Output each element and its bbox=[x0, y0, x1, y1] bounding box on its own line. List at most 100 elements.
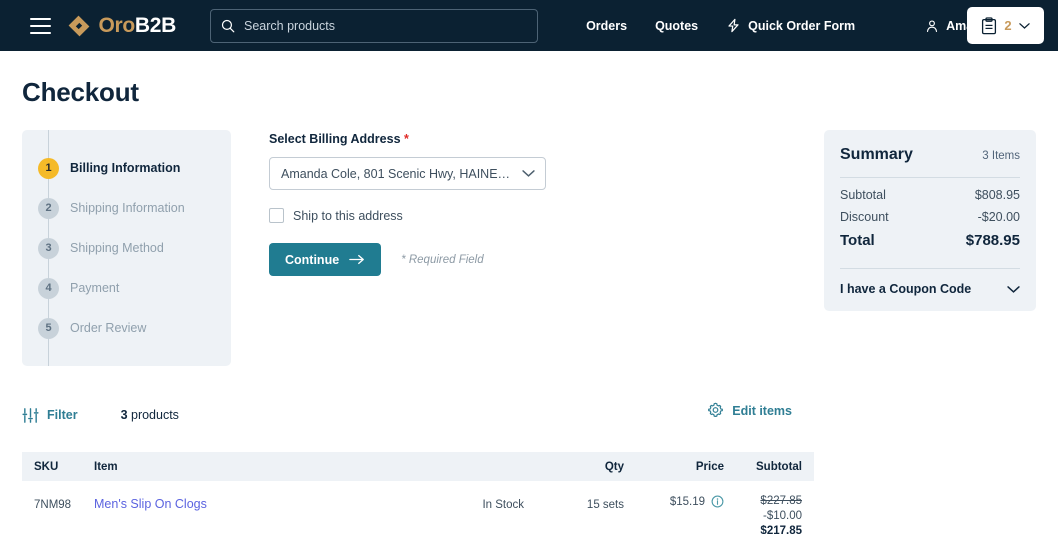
step-label: Order Review bbox=[70, 321, 146, 335]
row-subtotal-final: $217.85 bbox=[734, 525, 802, 534]
billing-address-select[interactable]: Amanda Cole, 801 Scenic Hwy, HAINES CITY… bbox=[269, 157, 546, 190]
step-number: 4 bbox=[38, 278, 59, 299]
step-shipping-information[interactable]: 2 Shipping Information bbox=[22, 188, 231, 228]
step-shipping-method[interactable]: 3 Shipping Method bbox=[22, 228, 231, 268]
chevron-down-icon bbox=[1019, 22, 1030, 30]
summary-row-total: Total $788.95 bbox=[840, 232, 1020, 249]
search-input[interactable]: Search products bbox=[210, 9, 538, 43]
product-count: 3 products bbox=[121, 408, 179, 422]
hamburger-line bbox=[30, 32, 51, 34]
nav-label-quotes: Quotes bbox=[655, 19, 698, 33]
step-label: Shipping Information bbox=[70, 201, 185, 215]
hamburger-line bbox=[30, 18, 51, 20]
cart-item-count: 2 bbox=[1004, 18, 1011, 33]
ship-to-this-address-checkbox[interactable] bbox=[269, 208, 284, 223]
hamburger-line bbox=[30, 25, 51, 27]
checkout-layout: 1 Billing Information 2 Shipping Informa… bbox=[22, 130, 1036, 366]
summary-discount-label: Discount bbox=[840, 210, 889, 224]
summary-subtotal-label: Subtotal bbox=[840, 188, 886, 202]
step-payment[interactable]: 4 Payment bbox=[22, 268, 231, 308]
nav-item-quotes[interactable]: Quotes bbox=[655, 19, 698, 33]
order-summary-panel: Summary 3 Items Subtotal $808.95 Discoun… bbox=[824, 130, 1036, 311]
summary-divider bbox=[840, 177, 1020, 178]
filter-button-label: Filter bbox=[47, 408, 78, 422]
summary-title: Summary bbox=[840, 146, 913, 164]
row-price: $15.19 bbox=[670, 496, 705, 508]
step-number: 1 bbox=[38, 158, 59, 179]
chevron-down-icon bbox=[1007, 285, 1020, 294]
table-header-row: SKU Item Qty Price Subtotal bbox=[22, 452, 814, 481]
product-count-number: 3 bbox=[121, 408, 128, 422]
ship-to-this-address-label: Ship to this address bbox=[293, 209, 403, 223]
sliders-icon bbox=[22, 407, 39, 424]
ship-to-this-address-row[interactable]: Ship to this address bbox=[269, 208, 802, 223]
billing-address-label-text: Select Billing Address bbox=[269, 132, 401, 146]
billing-address-selected-value: Amanda Cole, 801 Scenic Hwy, HAINES CITY… bbox=[281, 167, 513, 181]
summary-row-subtotal: Subtotal $808.95 bbox=[840, 188, 1020, 202]
hamburger-menu-icon[interactable] bbox=[30, 18, 51, 34]
billing-form: Select Billing Address * Amanda Cole, 80… bbox=[231, 130, 802, 276]
step-label: Shipping Method bbox=[70, 241, 164, 255]
edit-items-label: Edit items bbox=[732, 404, 792, 418]
summary-total-value: $788.95 bbox=[966, 232, 1020, 249]
info-icon[interactable] bbox=[711, 495, 724, 508]
row-subtotal-discount: -$10.00 bbox=[734, 510, 802, 522]
lightning-icon bbox=[726, 18, 741, 33]
summary-total-label: Total bbox=[840, 232, 875, 249]
coupon-code-toggle[interactable]: I have a Coupon Code bbox=[840, 268, 1020, 296]
step-billing-information[interactable]: 1 Billing Information bbox=[22, 148, 231, 188]
row-subtotal-original: $227.85 bbox=[734, 495, 802, 507]
summary-header: Summary 3 Items bbox=[840, 146, 1020, 164]
nav-label-orders: Orders bbox=[586, 19, 627, 33]
user-icon bbox=[925, 19, 939, 33]
summary-items-count: 3 Items bbox=[982, 150, 1020, 162]
step-label: Billing Information bbox=[70, 161, 180, 175]
nav-item-quick-order-form[interactable]: Quick Order Form bbox=[726, 18, 855, 33]
filter-button[interactable]: Filter bbox=[22, 407, 78, 424]
row-quantity: 15 sets bbox=[587, 499, 624, 511]
column-header-subtotal: Subtotal bbox=[734, 461, 814, 473]
coupon-code-label: I have a Coupon Code bbox=[840, 282, 971, 296]
step-order-review[interactable]: 5 Order Review bbox=[22, 308, 231, 348]
column-header-price: Price bbox=[624, 461, 734, 473]
products-toolbar: Filter 3 products Edit items bbox=[22, 402, 1036, 428]
arrow-right-icon bbox=[349, 254, 365, 265]
table-row: 7NM98 Men's Slip On Clogs In Stock 15 se… bbox=[22, 481, 814, 534]
search-icon bbox=[221, 19, 235, 33]
page-title: Checkout bbox=[22, 77, 1036, 108]
page-content: Checkout 1 Billing Information 2 Shippin… bbox=[0, 77, 1058, 534]
logo-text-oro: Oro bbox=[98, 14, 134, 37]
required-field-note: * Required Field bbox=[401, 254, 483, 266]
summary-subtotal-value: $808.95 bbox=[975, 188, 1020, 202]
edit-items-button[interactable]: Edit items bbox=[707, 402, 792, 419]
continue-button[interactable]: Continue bbox=[269, 243, 381, 276]
column-header-item: Item bbox=[94, 461, 424, 473]
nav-item-orders[interactable]: Orders bbox=[586, 19, 627, 33]
oro-b2b-logo[interactable]: OroB2B bbox=[67, 14, 176, 38]
summary-row-discount: Discount -$20.00 bbox=[840, 210, 1020, 224]
summary-discount-value: -$20.00 bbox=[978, 210, 1020, 224]
column-header-sku: SKU bbox=[22, 461, 94, 473]
continue-button-label: Continue bbox=[285, 253, 339, 267]
form-actions: Continue * Required Field bbox=[269, 243, 802, 276]
product-count-suffix: products bbox=[128, 408, 179, 422]
top-header-bar: OroB2B Search products Orders Quotes Qui… bbox=[0, 0, 1058, 51]
oro-diamond-logo-icon bbox=[67, 14, 91, 38]
column-header-qty: Qty bbox=[524, 461, 624, 473]
step-number: 5 bbox=[38, 318, 59, 339]
step-label: Payment bbox=[70, 281, 119, 295]
nav-label-quick-order-form: Quick Order Form bbox=[748, 19, 855, 33]
gear-icon bbox=[707, 402, 724, 419]
logo-text-b2b: B2B bbox=[135, 14, 176, 37]
step-number: 3 bbox=[38, 238, 59, 259]
search-placeholder-text: Search products bbox=[244, 19, 335, 33]
order-items-table: SKU Item Qty Price Subtotal 7NM98 Men's … bbox=[22, 452, 814, 534]
row-sku: 7NM98 bbox=[34, 499, 71, 511]
row-item-link[interactable]: Men's Slip On Clogs bbox=[94, 497, 207, 511]
billing-address-label: Select Billing Address * bbox=[269, 132, 802, 146]
checkout-steps-panel: 1 Billing Information 2 Shipping Informa… bbox=[22, 130, 231, 366]
clipboard-icon bbox=[981, 17, 997, 35]
row-stock-status: In Stock bbox=[482, 499, 524, 511]
chevron-down-icon bbox=[522, 169, 535, 178]
shopping-list-button[interactable]: 2 bbox=[967, 7, 1044, 44]
